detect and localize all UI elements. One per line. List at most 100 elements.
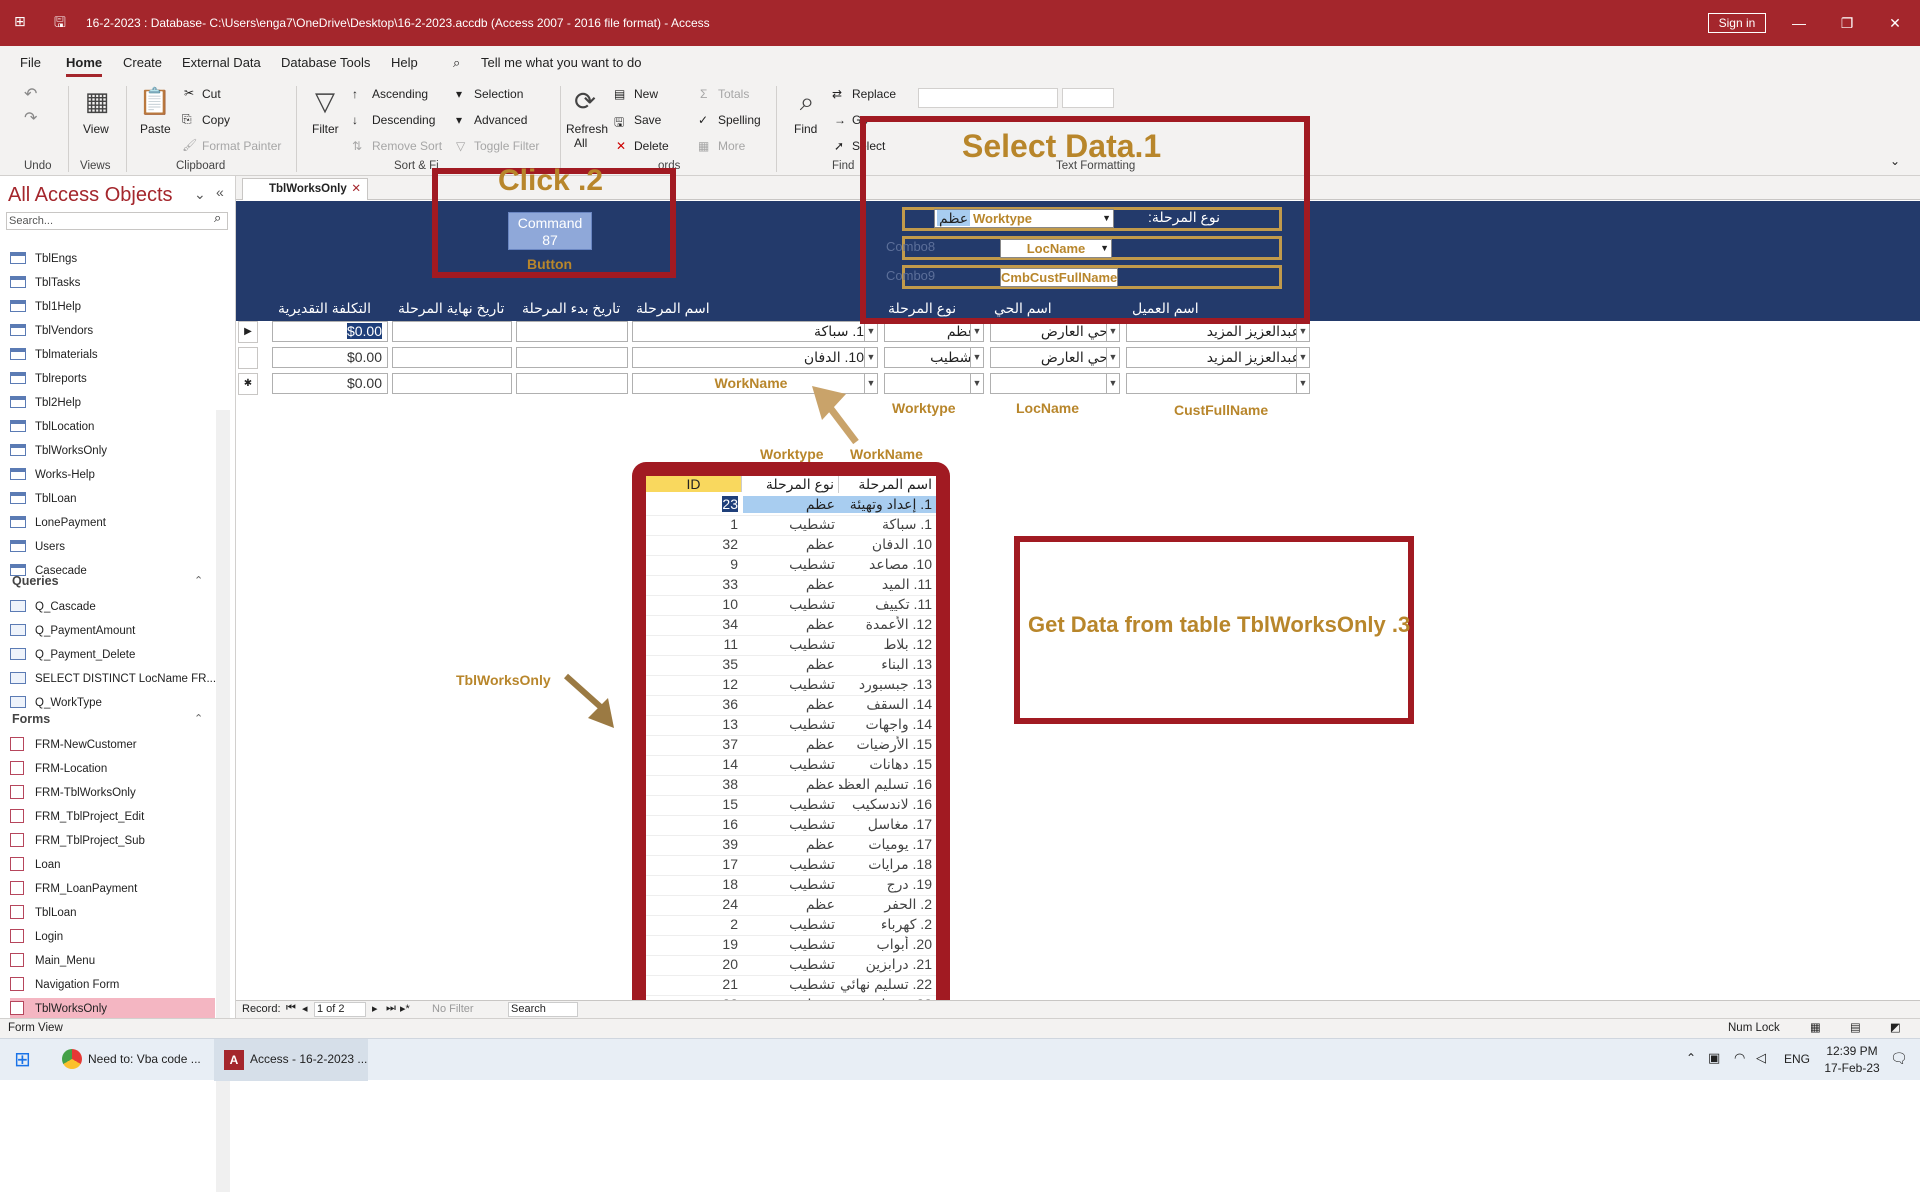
close-icon[interactable]: ✕ <box>1880 12 1910 34</box>
header-type[interactable]: نوع المرحلة <box>743 476 839 493</box>
form-view-icon[interactable]: ▦ <box>1810 1020 1821 1034</box>
list-item[interactable]: 17 تشطيب 18. مرايات <box>646 856 936 876</box>
customer-cell[interactable]: عبدالعزيز المزيد <box>1126 347 1306 368</box>
cut-button[interactable]: Cut <box>202 87 221 101</box>
nav-form-item[interactable]: TblWorksOnly <box>10 998 215 1020</box>
restore-icon[interactable]: ❐ <box>1832 12 1862 34</box>
shutter-bar-icon[interactable]: « <box>216 184 224 200</box>
cost-cell[interactable]: $0.00 <box>272 347 388 368</box>
locality-cell[interactable]: LocName <box>990 373 1114 394</box>
table-row[interactable]: $0.00 10. الدفان ▼ تشطيب ▼ حي العارض ▼ ع… <box>238 344 1920 370</box>
advanced-icon[interactable]: ▾ <box>456 113 462 127</box>
format-painter-icon[interactable]: 🖌 <box>182 138 197 152</box>
selection-button[interactable]: Selection <box>474 87 523 101</box>
save-record-button[interactable]: Save <box>634 113 661 127</box>
tray-network-icon[interactable]: ▣ <box>1708 1050 1720 1066</box>
remove-sort-icon[interactable]: ⇅ <box>352 139 362 153</box>
nav-table-item[interactable]: Tbl2Help <box>10 392 215 414</box>
nav-table-item[interactable]: TblTasks <box>10 272 215 294</box>
search-icon[interactable]: ⌕ <box>214 210 221 226</box>
nav-form-item[interactable]: FRM_LoanPayment <box>10 878 215 900</box>
chevron-down-icon[interactable]: ▼ <box>1296 347 1310 368</box>
list-item[interactable]: 23 عظم 1. إعداد وتهيئة <box>646 496 936 516</box>
nav-query-item[interactable]: Q_WorkType <box>10 692 215 714</box>
paste-button[interactable]: Paste <box>140 122 171 136</box>
descending-button[interactable]: Descending <box>372 113 435 127</box>
nav-query-item[interactable]: SELECT DISTINCT LocName FR... <box>10 668 216 690</box>
volume-icon[interactable]: ◁ <box>1756 1050 1766 1066</box>
list-item[interactable]: 35 عظم 13. البناء <box>646 656 936 676</box>
list-item[interactable]: 1 تشطيب 1. سباكة <box>646 516 936 536</box>
customer-cell[interactable]: عبدالعزيز المزيد <box>1126 321 1306 342</box>
nav-query-item[interactable]: Q_Cascade <box>10 596 215 618</box>
first-record-icon[interactable]: ⏮ <box>286 1002 296 1015</box>
clock-date[interactable]: 17-Feb-23 <box>1822 1061 1882 1075</box>
view-button[interactable]: View <box>83 122 109 136</box>
list-item[interactable]: 14 تشطيب 15. دهانات <box>646 756 936 776</box>
chevron-down-icon[interactable]: ▼ <box>1106 321 1120 342</box>
filter-button[interactable]: Filter <box>312 122 339 136</box>
record-position-input[interactable]: 1 of 2 <box>314 1002 366 1017</box>
list-item[interactable]: 18 تشطيب 19. درج <box>646 876 936 896</box>
advanced-button[interactable]: Advanced <box>474 113 527 127</box>
language-indicator[interactable]: ENG <box>1784 1052 1810 1066</box>
list-item[interactable]: 13 تشطيب 14. واجهات <box>646 716 936 736</box>
goto-icon[interactable]: → <box>834 113 846 127</box>
selection-icon[interactable]: ▾ <box>456 87 462 101</box>
tab-help[interactable]: Help <box>391 55 418 70</box>
list-item[interactable]: 9 تشطيب 10. مصاعد <box>646 556 936 576</box>
nav-form-item[interactable]: FRM-NewCustomer <box>10 734 215 756</box>
list-item[interactable]: 2 تشطيب 2. كهرباء <box>646 916 936 936</box>
list-item[interactable]: 32 عظم 10. الدفان <box>646 536 936 556</box>
collapse-icon[interactable]: ⌃ <box>194 574 203 587</box>
new-record-icon[interactable]: ▤ <box>614 87 625 101</box>
list-item[interactable]: 10 تشطيب 11. تكييف <box>646 596 936 616</box>
end-date-cell[interactable] <box>392 347 512 368</box>
record-search-input[interactable]: Search <box>508 1002 578 1017</box>
taskbar-app-access[interactable]: Access - 16-2-2023 ... <box>250 1052 367 1066</box>
tray-chevron-icon[interactable]: ⌃ <box>1686 1051 1696 1065</box>
stage-name-cell[interactable]: 1. سباكة <box>632 321 870 342</box>
replace-icon[interactable]: ⇄ <box>832 87 842 101</box>
nav-table-item[interactable]: TblWorksOnly <box>10 440 215 462</box>
list-item[interactable]: 19 تشطيب 20. أبواب <box>646 936 936 956</box>
format-painter-button[interactable]: Format Painter <box>202 139 281 153</box>
save-record-icon[interactable]: 🖫 <box>614 113 624 134</box>
chrome-icon[interactable] <box>62 1049 82 1069</box>
more-button[interactable]: More <box>718 139 745 153</box>
refresh-button[interactable]: Refresh <box>566 122 608 136</box>
list-item[interactable]: 39 عظم 17. يوميات <box>646 836 936 856</box>
collapse-icon[interactable]: ⌃ <box>194 712 203 725</box>
find-icon[interactable]: ⌕ <box>790 86 824 118</box>
chevron-down-icon[interactable]: ▼ <box>1296 321 1310 342</box>
view-icon[interactable]: ▦ <box>80 86 114 117</box>
descending-icon[interactable]: ↓ <box>352 113 358 127</box>
nav-table-item[interactable]: TblEngs <box>10 248 215 270</box>
nav-table-item[interactable]: Tblmaterials <box>10 344 215 366</box>
tab-external-data[interactable]: External Data <box>182 55 261 70</box>
wifi-icon[interactable]: ◠ <box>1734 1050 1745 1066</box>
layout-view-icon[interactable]: ▤ <box>1850 1020 1861 1034</box>
nav-form-item[interactable]: FRM_TblProject_Edit <box>10 806 215 828</box>
list-item[interactable]: 12 تشطيب 13. جبسبورد <box>646 676 936 696</box>
filter-icon[interactable]: ▽ <box>308 86 342 117</box>
nav-form-item[interactable]: Loan <box>10 854 215 876</box>
new-record-button[interactable]: New <box>634 87 658 101</box>
totals-button[interactable]: Totals <box>718 87 749 101</box>
find-button[interactable]: Find <box>794 122 817 136</box>
header-name[interactable]: اسم المرحلة <box>839 476 936 493</box>
more-icon[interactable]: ▦ <box>698 139 709 153</box>
ascending-button[interactable]: Ascending <box>372 87 428 101</box>
delete-icon[interactable]: ✕ <box>616 139 626 153</box>
stage-type-cell[interactable]: تشطيب <box>884 347 982 368</box>
save-icon[interactable]: 🖫 <box>54 12 66 36</box>
access-icon[interactable]: A <box>224 1050 244 1070</box>
nav-form-item[interactable]: FRM-TblWorksOnly <box>10 782 215 804</box>
nav-table-item[interactable]: TblLoan <box>10 488 215 510</box>
cost-cell[interactable]: $0.00 <box>272 373 388 394</box>
list-item[interactable]: 33 عظم 11. الميد <box>646 576 936 596</box>
paste-icon[interactable]: 📋 <box>138 86 172 117</box>
font-name-box[interactable] <box>918 88 1058 108</box>
redo-icon[interactable]: ↷ <box>24 108 37 128</box>
tab-database-tools[interactable]: Database Tools <box>281 55 370 70</box>
